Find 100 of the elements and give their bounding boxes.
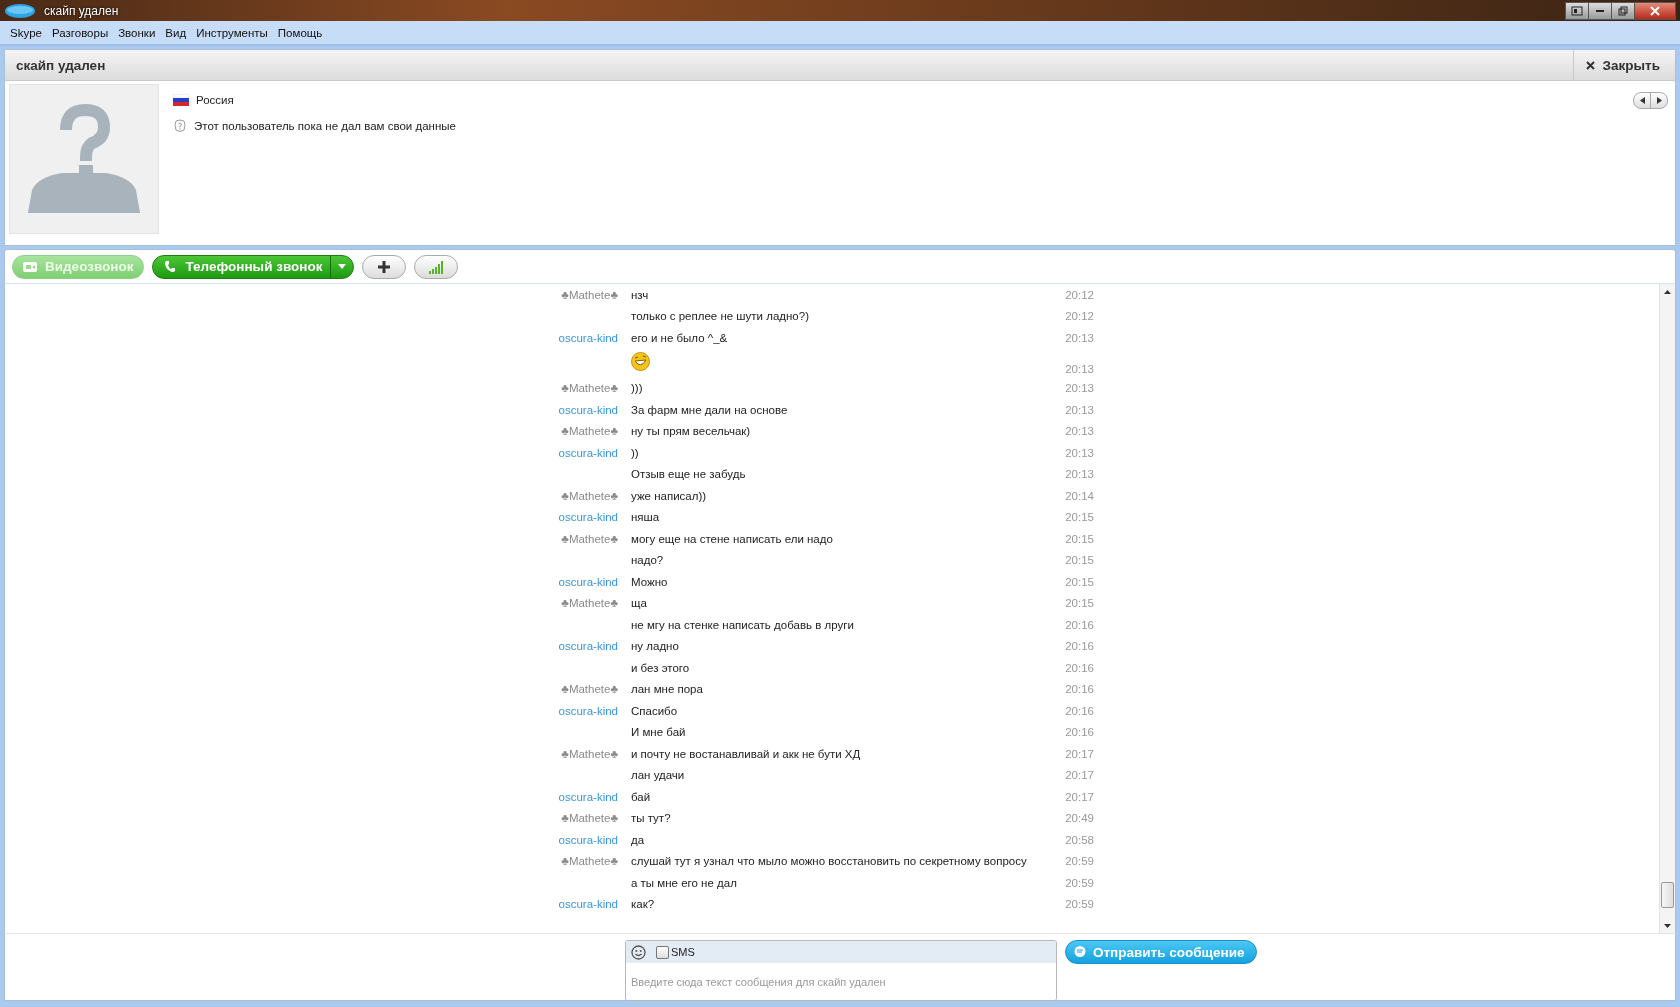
- message-time: 20:49: [1065, 812, 1094, 825]
- message-time: 20:13: [1065, 403, 1094, 416]
- close-button[interactable]: Закрыть: [1572, 50, 1675, 80]
- message-text: Отзыв еще не забудь: [631, 468, 747, 481]
- message-time: 20:17: [1065, 747, 1094, 760]
- menu-item[interactable]: Разговоры: [46, 26, 114, 39]
- emoticon-icon[interactable]: [631, 944, 646, 960]
- message-time: 20:16: [1065, 704, 1094, 717]
- sender-name: ♣Mathete♣: [561, 288, 618, 301]
- sender-name: ♣Mathete♣: [561, 855, 618, 868]
- restore-icon: [1617, 5, 1629, 16]
- menu-item[interactable]: Звонки: [113, 26, 161, 39]
- message-time: 20:16: [1065, 661, 1094, 674]
- message-text: как?: [631, 898, 656, 911]
- menu-item[interactable]: Вид: [160, 26, 192, 39]
- right-arrow-icon: [1656, 97, 1662, 104]
- message-text: ты тут?: [631, 812, 672, 825]
- sender-name: oscura-kind: [558, 704, 618, 717]
- app-logo-icon: [4, 2, 36, 19]
- message-text: Спасибо: [631, 704, 679, 717]
- country-text: Россия: [196, 94, 234, 106]
- message-time: 20:15: [1065, 575, 1094, 588]
- menu-item[interactable]: Skype: [5, 26, 47, 39]
- compact-view-button[interactable]: [1565, 1, 1589, 20]
- message-text: ))): [631, 382, 644, 395]
- message-text: Можно: [631, 575, 669, 588]
- scrollbar[interactable]: [1659, 284, 1675, 933]
- sender-name: ♣Mathete♣: [561, 683, 618, 696]
- minimize-button[interactable]: [1588, 1, 1612, 20]
- compact-view-icon: [1571, 5, 1583, 16]
- message-text: надо?: [631, 554, 665, 567]
- down-arrow-icon[interactable]: [1664, 923, 1671, 928]
- message-text: и без этого: [631, 661, 691, 674]
- message-text: не мгу на стенке написать добавь в лруги: [631, 618, 855, 631]
- sender-name: oscura-kind: [558, 331, 618, 344]
- sender-name: oscura-kind: [558, 446, 618, 459]
- signal-bars-icon: [429, 259, 444, 274]
- menu-item[interactable]: Помощь: [272, 26, 328, 39]
- sender-name: oscura-kind: [558, 403, 618, 416]
- message-time: 20:14: [1065, 489, 1094, 502]
- sender-name: ♣Mathete♣: [561, 489, 618, 502]
- scrollbar-thumb[interactable]: [1661, 882, 1674, 908]
- speech-bubble-icon: [1074, 946, 1086, 958]
- message-text: ну ладно: [631, 640, 680, 653]
- profile-status-text: Этот пользователь пока не дал вам свои данные: [194, 120, 456, 132]
- message-time: 20:59: [1065, 855, 1094, 868]
- message-text: ща: [631, 597, 648, 610]
- plus-icon: [377, 259, 392, 274]
- message-time: 20:13: [1065, 362, 1094, 377]
- sender-name: ♣Mathete♣: [561, 382, 618, 395]
- sms-checkbox[interactable]: [656, 945, 669, 959]
- message-text: )): [631, 446, 640, 459]
- smiley-icon: [631, 351, 650, 371]
- message-text: нзч: [631, 288, 650, 301]
- message-text: уже написал)): [631, 489, 708, 502]
- message-time: 20:15: [1065, 511, 1094, 524]
- message-text: его и не было ^_&: [631, 331, 729, 344]
- up-arrow-icon[interactable]: [1664, 289, 1671, 294]
- message-time: 20:13: [1065, 446, 1094, 459]
- sender-name: oscura-kind: [558, 640, 618, 653]
- message-time: 20:59: [1065, 876, 1094, 889]
- phone-icon: [163, 260, 178, 273]
- contact-name: скайп удален: [15, 57, 107, 73]
- message-compose-box[interactable]: SMS Введите сюда текст сообщения для скайп удален: [625, 940, 1057, 1001]
- message-time: 20:13: [1065, 331, 1094, 344]
- message-time: 20:13: [1065, 468, 1094, 481]
- video-camera-icon: [23, 260, 37, 273]
- message-text: ну ты прям весельчак): [631, 425, 752, 438]
- message-text: а ты мне его не дал: [631, 876, 738, 889]
- message-time: 20:12: [1065, 288, 1094, 301]
- avatar-placeholder-icon: [9, 84, 159, 234]
- message-text: и почту не востанавливай и акк не бути ХД: [631, 747, 862, 760]
- sender-name: ♣Mathete♣: [561, 747, 618, 760]
- message-time: 20:16: [1065, 726, 1094, 739]
- close-button[interactable]: [1634, 1, 1676, 20]
- close-icon: [1649, 5, 1661, 16]
- message-text: лан удачи: [631, 769, 686, 782]
- menu-item[interactable]: Инструменты: [191, 26, 273, 39]
- message-time: 20:59: [1065, 898, 1094, 911]
- message-time: 20:17: [1065, 769, 1094, 782]
- message-time: 20:16: [1065, 618, 1094, 631]
- message-time: 20:15: [1065, 532, 1094, 545]
- message-text: За фарм мне дали на основе: [631, 403, 789, 416]
- message-text: да: [631, 833, 646, 846]
- message-time: 20:12: [1065, 310, 1094, 323]
- sender-name: oscura-kind: [558, 575, 618, 588]
- message-text: бай: [631, 790, 652, 803]
- message-text: слушай тут я узнал что мыло можно восстановить по секретному вопросу: [631, 855, 1028, 868]
- restore-button[interactable]: [1611, 1, 1635, 20]
- sender-name: ♣Mathete♣: [561, 532, 618, 545]
- message-time: 20:17: [1065, 790, 1094, 803]
- message-time: 20:58: [1065, 833, 1094, 846]
- sender-name: oscura-kind: [558, 833, 618, 846]
- close-icon: [1585, 60, 1595, 70]
- message-text: лан мне пора: [631, 683, 704, 696]
- message-time: 20:15: [1065, 554, 1094, 567]
- call-quality-button[interactable]: [414, 254, 459, 279]
- add-button[interactable]: [362, 254, 407, 279]
- sender-name: ♣Mathete♣: [561, 812, 618, 825]
- left-arrow-icon: [1639, 97, 1645, 104]
